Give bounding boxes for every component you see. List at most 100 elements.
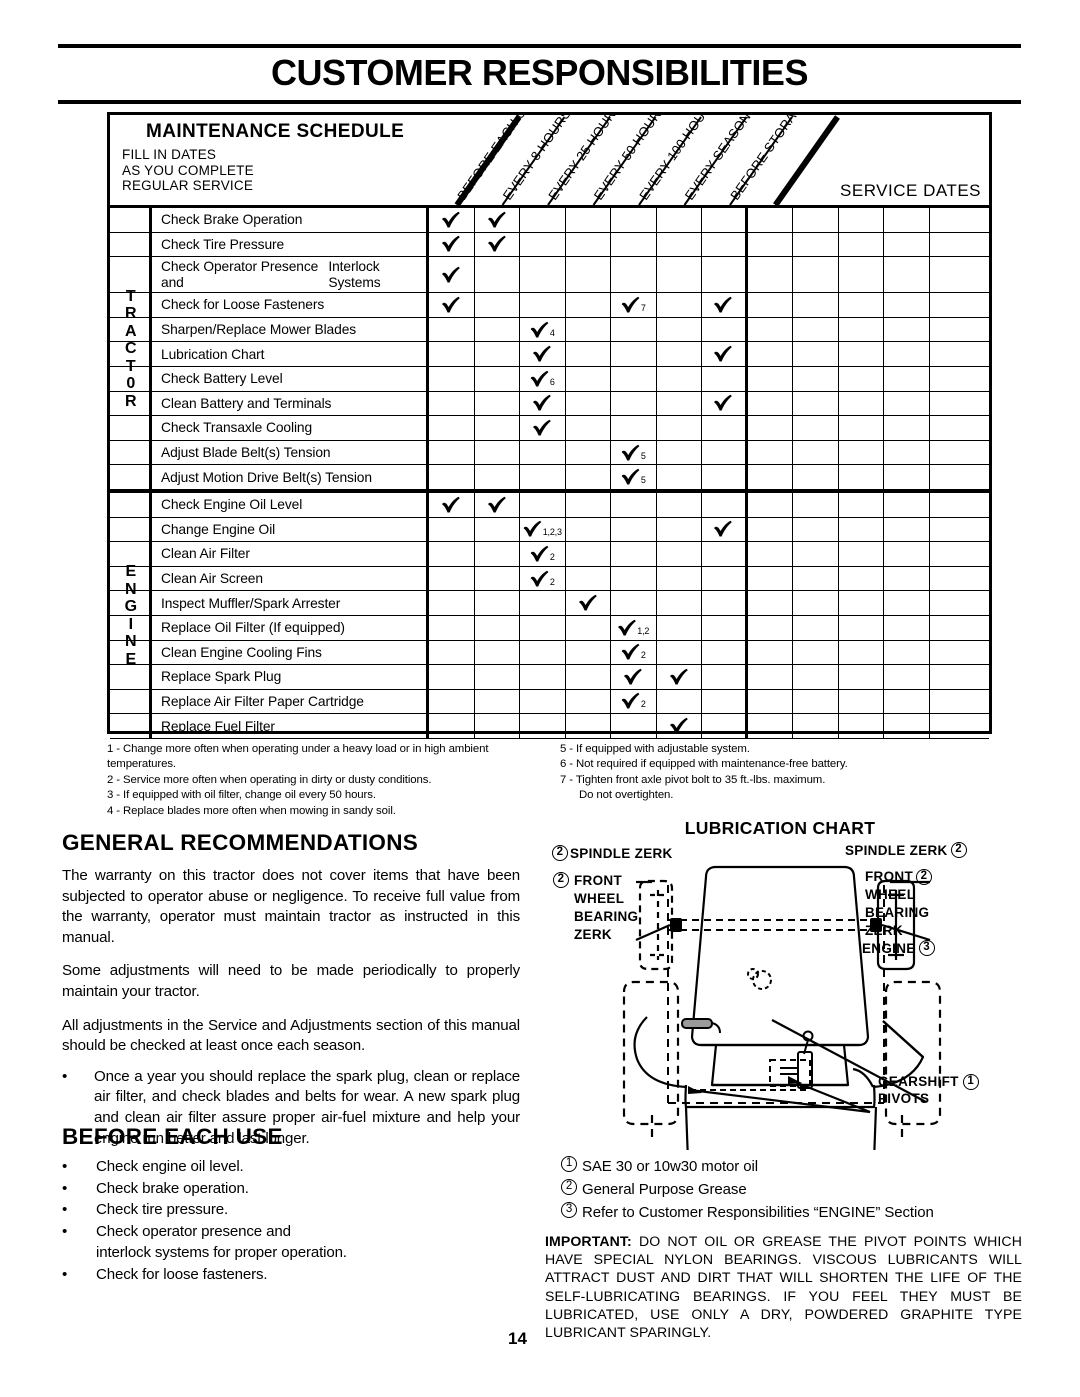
service-date-cell[interactable]: [884, 293, 930, 317]
service-date-cell[interactable]: [793, 440, 839, 465]
service-date-cell[interactable]: [793, 689, 839, 714]
service-date-cell[interactable]: [748, 542, 793, 566]
service-date-cell[interactable]: [748, 591, 793, 615]
service-date-cell[interactable]: [748, 317, 793, 342]
service-date-cell[interactable]: [884, 640, 930, 665]
service-date-cell[interactable]: [839, 293, 884, 317]
service-date-cell[interactable]: [884, 257, 930, 293]
service-date-cell[interactable]: [839, 615, 884, 640]
service-date-cell[interactable]: [839, 208, 884, 232]
service-date-cell[interactable]: [748, 517, 793, 542]
service-date-cell[interactable]: [884, 416, 930, 440]
service-date-cell[interactable]: [930, 690, 976, 714]
service-date-cell[interactable]: [748, 208, 793, 232]
service-date-cell[interactable]: [884, 714, 930, 738]
service-date-cell[interactable]: [839, 591, 884, 615]
service-date-cell[interactable]: [793, 640, 839, 665]
service-date-cell[interactable]: [930, 641, 976, 665]
service-date-cell[interactable]: [930, 392, 976, 416]
service-date-cell[interactable]: [839, 366, 884, 391]
service-date-cell[interactable]: [748, 232, 793, 257]
service-date-cell[interactable]: [839, 257, 884, 293]
service-date-cell[interactable]: [748, 257, 793, 293]
service-date-cell[interactable]: [793, 416, 839, 440]
service-date-cell[interactable]: [930, 542, 976, 566]
service-date-cell[interactable]: [884, 591, 930, 615]
service-date-cell[interactable]: [884, 208, 930, 232]
service-date-cell[interactable]: [884, 342, 930, 366]
service-date-cell[interactable]: [884, 615, 930, 640]
service-date-cell[interactable]: [930, 416, 976, 440]
service-date-cell[interactable]: [884, 317, 930, 342]
service-date-cell[interactable]: [839, 465, 884, 489]
service-date-cell[interactable]: [839, 665, 884, 689]
service-date-cell[interactable]: [839, 391, 884, 416]
service-date-cell[interactable]: [930, 518, 976, 542]
service-date-cell[interactable]: [839, 640, 884, 665]
service-date-cell[interactable]: [748, 465, 793, 489]
service-date-cell[interactable]: [930, 665, 976, 689]
service-date-cell[interactable]: [839, 342, 884, 366]
service-date-cell[interactable]: [884, 391, 930, 416]
service-date-cell[interactable]: [839, 317, 884, 342]
service-date-cell[interactable]: [793, 208, 839, 232]
service-date-cell[interactable]: [839, 416, 884, 440]
service-date-cell[interactable]: [748, 640, 793, 665]
service-date-cell[interactable]: [748, 440, 793, 465]
service-date-cell[interactable]: [793, 366, 839, 391]
service-date-cell[interactable]: [884, 542, 930, 566]
service-date-cell[interactable]: [839, 689, 884, 714]
service-date-cell[interactable]: [793, 714, 839, 738]
service-date-cell[interactable]: [839, 517, 884, 542]
service-date-cell[interactable]: [793, 566, 839, 591]
service-date-cell[interactable]: [748, 342, 793, 366]
service-date-cell[interactable]: [884, 665, 930, 689]
service-date-cell[interactable]: [748, 416, 793, 440]
service-date-cell[interactable]: [884, 517, 930, 542]
service-date-cell[interactable]: [930, 493, 976, 517]
service-date-cell[interactable]: [748, 714, 793, 738]
service-date-cell[interactable]: [748, 665, 793, 689]
service-date-cell[interactable]: [930, 367, 976, 391]
service-date-cell[interactable]: [839, 542, 884, 566]
service-date-cell[interactable]: [793, 342, 839, 366]
service-date-cell[interactable]: [884, 465, 930, 489]
service-date-cell[interactable]: [793, 517, 839, 542]
service-date-cell[interactable]: [793, 317, 839, 342]
service-date-cell[interactable]: [930, 293, 976, 317]
service-date-cell[interactable]: [930, 616, 976, 640]
service-date-cell[interactable]: [839, 440, 884, 465]
service-date-cell[interactable]: [793, 391, 839, 416]
service-date-cell[interactable]: [930, 318, 976, 342]
service-date-cell[interactable]: [930, 591, 976, 615]
service-date-cell[interactable]: [748, 391, 793, 416]
service-date-cell[interactable]: [930, 465, 976, 489]
service-date-cell[interactable]: [930, 441, 976, 465]
service-date-cell[interactable]: [839, 714, 884, 738]
service-date-cell[interactable]: [793, 293, 839, 317]
service-date-cell[interactable]: [884, 689, 930, 714]
service-date-cell[interactable]: [884, 366, 930, 391]
service-date-cell[interactable]: [748, 366, 793, 391]
service-date-cell[interactable]: [930, 257, 976, 292]
service-date-cell[interactable]: [884, 232, 930, 257]
service-date-cell[interactable]: [930, 567, 976, 591]
service-date-cell[interactable]: [839, 232, 884, 257]
service-date-cell[interactable]: [884, 492, 930, 517]
service-date-cell[interactable]: [793, 665, 839, 689]
service-date-cell[interactable]: [839, 492, 884, 517]
service-date-cell[interactable]: [793, 232, 839, 257]
service-date-cell[interactable]: [793, 615, 839, 640]
service-date-cell[interactable]: [793, 257, 839, 293]
service-date-cell[interactable]: [748, 293, 793, 317]
service-date-cell[interactable]: [748, 689, 793, 714]
service-date-cell[interactable]: [748, 615, 793, 640]
service-date-cell[interactable]: [793, 492, 839, 517]
service-date-cell[interactable]: [793, 542, 839, 566]
service-date-cell[interactable]: [884, 566, 930, 591]
service-date-cell[interactable]: [884, 440, 930, 465]
service-date-cell[interactable]: [930, 714, 976, 738]
service-date-cell[interactable]: [839, 566, 884, 591]
service-date-cell[interactable]: [930, 233, 976, 257]
service-date-cell[interactable]: [793, 591, 839, 615]
